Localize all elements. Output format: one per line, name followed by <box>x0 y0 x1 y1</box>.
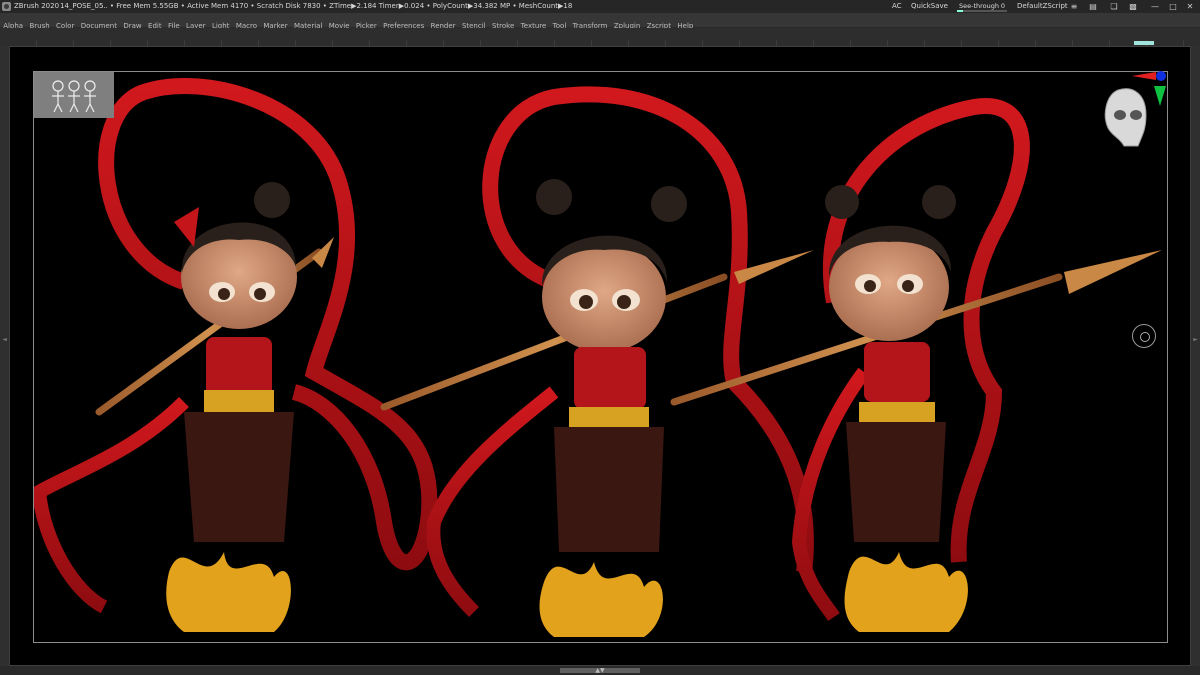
hair-bun-2-right <box>651 186 687 222</box>
memory-stats: ... • Free Mem 5.55GB • Active Mem 4170 … <box>101 2 573 10</box>
hair-bun-2-left <box>536 179 572 215</box>
app-title: ZBrush 2020 <box>14 2 60 10</box>
document-name: 14_POSE_05 <box>60 2 104 10</box>
hair-bun-1 <box>254 182 290 218</box>
right-tray-arrow-icon[interactable]: ► <box>1191 336 1200 343</box>
ac-label[interactable]: AC <box>892 0 902 13</box>
pupil-2-right <box>617 295 631 309</box>
character-pose-1 <box>34 78 438 632</box>
quicksave-button[interactable]: QuickSave <box>911 0 948 13</box>
pupil-3-right <box>902 280 914 292</box>
layout-icon[interactable]: ▤ <box>1088 2 1098 11</box>
spear-3-tip <box>1064 250 1162 294</box>
vest-1 <box>206 337 272 397</box>
character-scene[interactable] <box>34 72 1167 642</box>
minimize-icon[interactable]: — <box>1150 2 1160 11</box>
windows-icon[interactable]: ❏ <box>1107 2 1121 11</box>
palette-icon[interactable]: ▩ <box>1128 2 1138 11</box>
top-shelf <box>0 28 1200 46</box>
menu-list-icon[interactable]: ≡ <box>1068 2 1080 11</box>
pants-2 <box>554 427 664 552</box>
right-tray[interactable]: ► <box>1191 46 1200 666</box>
flames-1 <box>166 552 291 632</box>
see-through-fill <box>957 10 963 12</box>
floor-grid-icon[interactable] <box>1132 324 1156 348</box>
title-bar: ZBrush 2020 14_POSE_05 ... • Free Mem 5.… <box>0 0 1200 13</box>
see-through-slider[interactable]: See-through 0 <box>957 2 1007 12</box>
pupil-1-left <box>218 288 230 300</box>
sash-3 <box>859 402 935 424</box>
default-zscript-button[interactable]: DefaultZScript <box>1017 0 1068 13</box>
active-tab-indicator[interactable] <box>1134 41 1154 45</box>
flames-3 <box>844 552 968 632</box>
character-thumbnail-icon[interactable] <box>34 72 114 118</box>
character-pose-2 <box>380 86 814 637</box>
ribbon-2-tail <box>426 386 559 617</box>
pants-3 <box>846 422 946 542</box>
sash-1 <box>204 390 274 412</box>
maximize-icon[interactable]: □ <box>1168 2 1178 11</box>
bottom-tray: ▲▼ <box>0 666 1200 675</box>
pupil-1-right <box>254 288 266 300</box>
vest-3 <box>864 342 930 402</box>
sash-2 <box>569 407 649 429</box>
pupil-3-left <box>864 280 876 292</box>
main-menu-bar: Alpha Brush Color Document Draw Edit File Layer… <box>0 13 1200 30</box>
ribbon-1-tail <box>34 397 189 614</box>
zbrush-logo-icon <box>2 2 11 11</box>
skull-navigation-gizmo-icon[interactable] <box>1098 70 1170 150</box>
vest-2 <box>574 347 646 409</box>
character-pose-3 <box>670 98 1162 632</box>
bottom-tray-arrow-icon[interactable]: ▲▼ <box>592 666 608 675</box>
left-tray-arrow-icon[interactable]: ◄ <box>0 336 9 343</box>
hair-bun-3-right <box>922 185 956 219</box>
pants-1 <box>184 412 294 542</box>
flames-2 <box>539 562 663 637</box>
see-through-track[interactable] <box>957 10 1007 12</box>
left-tray[interactable]: ◄ <box>0 46 9 666</box>
hair-bun-3-left <box>825 185 859 219</box>
close-icon[interactable]: ✕ <box>1185 2 1195 11</box>
pupil-2-left <box>579 295 593 309</box>
